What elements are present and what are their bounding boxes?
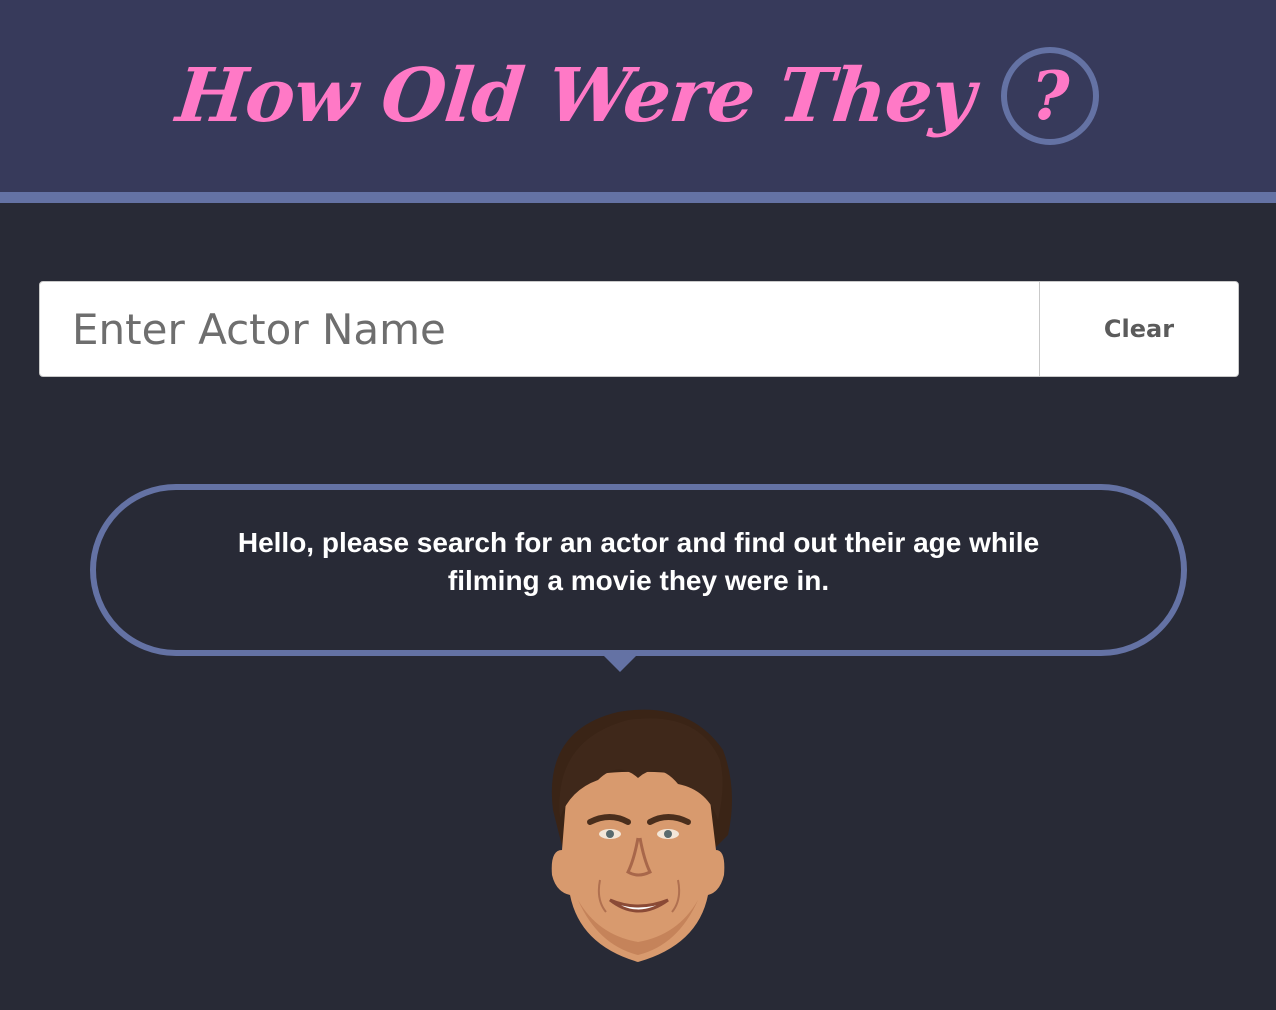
welcome-message: Hello, please search for an actor and fi… bbox=[237, 527, 1040, 596]
question-mark-icon: ? bbox=[1031, 57, 1070, 135]
actor-face-icon bbox=[551, 709, 732, 962]
actor-search-bar: Clear bbox=[39, 281, 1239, 377]
site-title: How Old Were They bbox=[172, 53, 978, 139]
actor-search-input[interactable] bbox=[40, 282, 1039, 376]
title-bar: How Old Were They ? bbox=[0, 0, 1276, 192]
site-header: How Old Were They ? bbox=[0, 0, 1276, 203]
clear-button[interactable]: Clear bbox=[1039, 282, 1238, 376]
speech-bubble-tail bbox=[602, 654, 638, 672]
help-icon[interactable]: ? bbox=[1001, 47, 1100, 145]
speech-bubble: Hello, please search for an actor and fi… bbox=[90, 484, 1187, 656]
